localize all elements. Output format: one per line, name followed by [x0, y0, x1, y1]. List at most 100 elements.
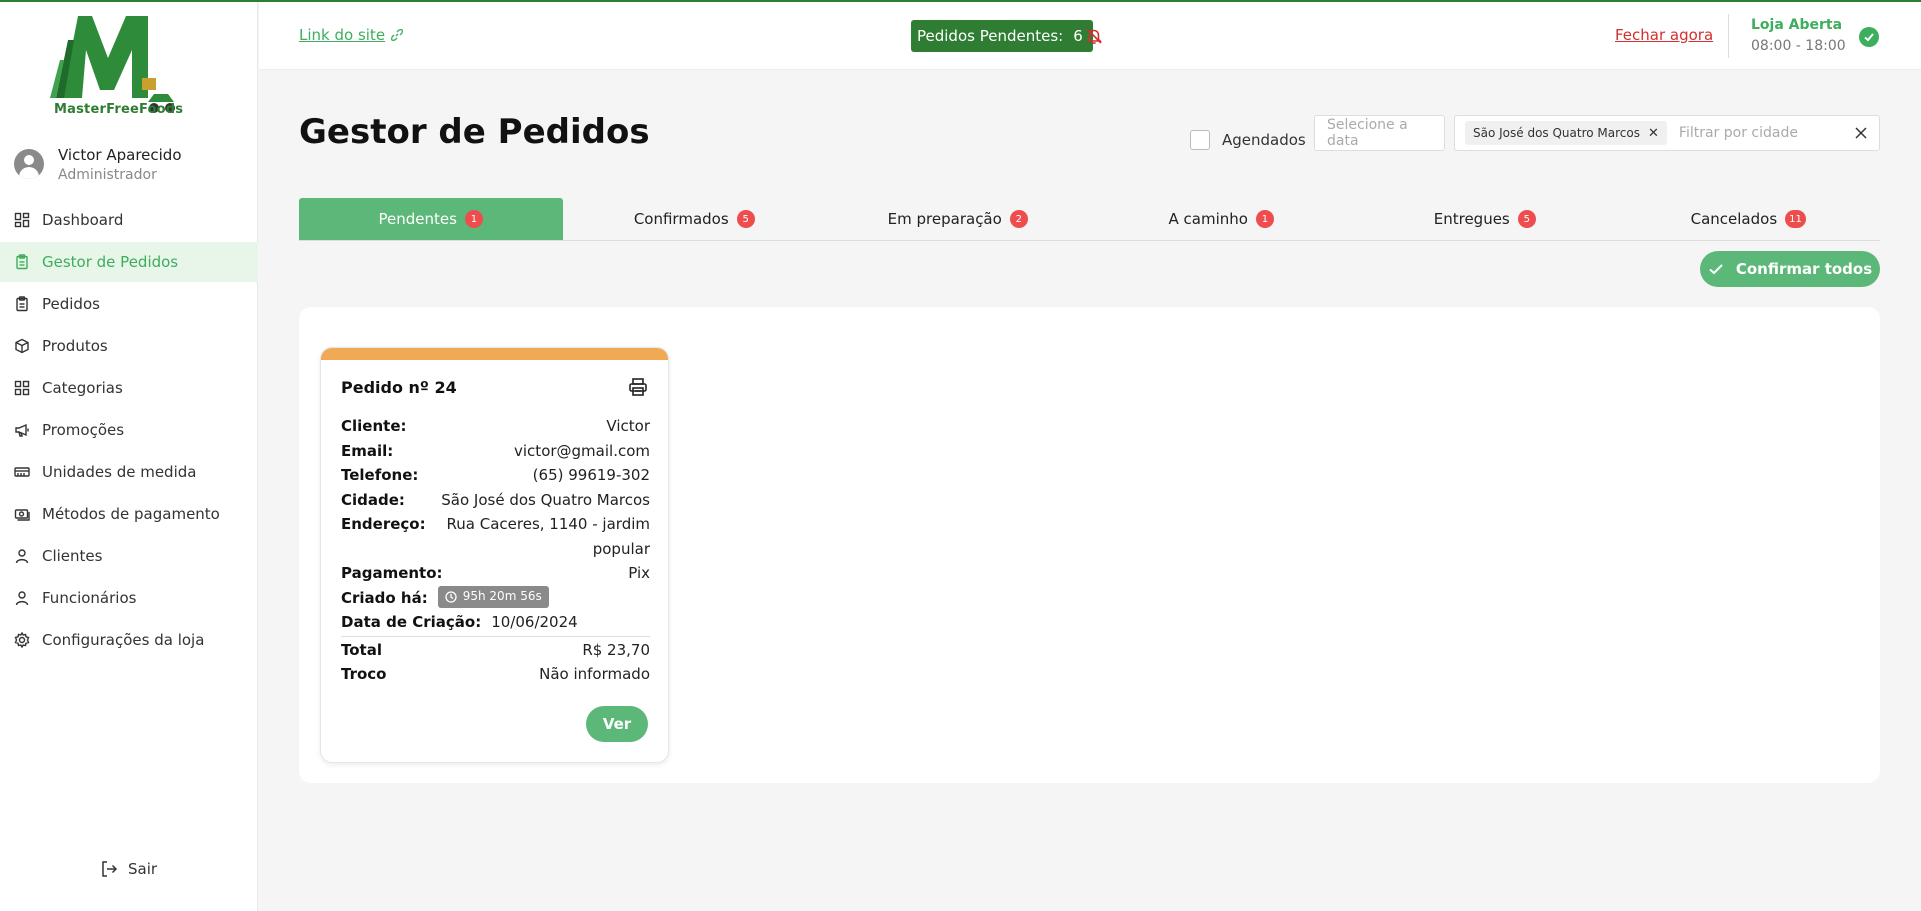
store-status: Loja Aberta 08:00 - 18:00 — [1751, 15, 1846, 57]
view-order-button[interactable]: Ver — [586, 706, 648, 742]
order-row-address: Endereço: Rua Caceres, 1140 - jardim pop… — [341, 512, 650, 561]
box-icon — [14, 338, 30, 354]
tab-label: Confirmados — [633, 210, 729, 228]
sidebar-item-dashboard[interactable]: Dashboard — [0, 200, 258, 240]
tab-preparing[interactable]: Em preparação 2 — [826, 198, 1090, 240]
divider — [341, 635, 650, 637]
status-tabs: Pendentes 1 Confirmados 5 Em preparação … — [299, 198, 1880, 241]
sidebar-item-order-manager[interactable]: Gestor de Pedidos — [0, 242, 258, 282]
bell-off-icon[interactable] — [1085, 27, 1103, 45]
sidebar-item-label: Funcionários — [42, 589, 137, 607]
order-row-city: Cidade: São José dos Quatro Marcos — [341, 488, 650, 513]
total-value: R$ 23,70 — [582, 640, 650, 659]
avatar — [14, 149, 44, 179]
sidebar-item-employees[interactable]: Funcionários — [0, 578, 258, 618]
sidebar-item-label: Clientes — [42, 547, 103, 565]
link-icon — [391, 29, 404, 41]
field-label: Total — [341, 640, 382, 659]
field-label: Data de Criação: — [341, 613, 482, 631]
brand-name: MasterFreeFoods — [54, 102, 184, 117]
close-now-link[interactable]: Fechar agora — [1615, 26, 1713, 44]
brand-logo[interactable]: MasterFreeFoods — [50, 10, 210, 120]
tab-count-badge: 1 — [464, 210, 483, 228]
order-row-created-ago: Criado há: 95h 20m 56s — [341, 585, 650, 611]
sidebar-nav: Dashboard Gestor de Pedidos Pedidos Prod… — [0, 200, 258, 662]
sidebar: MasterFreeFoods Victor Aparecido Adminis… — [0, 2, 258, 911]
sidebar-item-promotions[interactable]: Promoções — [0, 410, 258, 450]
sidebar-item-label: Configurações da loja — [42, 631, 205, 649]
site-link[interactable]: Link do site — [299, 26, 404, 44]
sidebar-item-orders[interactable]: Pedidos — [0, 284, 258, 324]
store-hours: 08:00 - 18:00 — [1751, 38, 1846, 54]
tab-label: Em preparação — [887, 210, 1002, 228]
order-row-created-date: Data de Criação: 10/06/2024 — [341, 610, 650, 635]
tab-delivered[interactable]: Entregues 5 — [1353, 198, 1617, 240]
grid-icon — [14, 380, 30, 396]
tab-count-badge: 1 — [1255, 210, 1274, 228]
sidebar-item-products[interactable]: Produtos — [0, 326, 258, 366]
tab-pending[interactable]: Pendentes 1 — [299, 198, 563, 240]
megaphone-icon — [14, 422, 30, 438]
city-filter[interactable]: São José dos Quatro Marcos ✕ Filtrar por… — [1454, 115, 1880, 151]
sidebar-item-payment-methods[interactable]: Métodos de pagamento — [0, 494, 258, 534]
tab-confirmed[interactable]: Confirmados 5 — [563, 198, 827, 240]
sidebar-item-label: Categorias — [42, 379, 123, 397]
topbar: Link do site Pedidos Pendentes: 6 Fechar… — [259, 2, 1921, 70]
user-icon — [14, 590, 30, 606]
sidebar-item-clients[interactable]: Clientes — [0, 536, 258, 576]
field-label: Criado há: — [341, 588, 428, 607]
date-input[interactable]: Selecione a data — [1314, 115, 1445, 151]
sidebar-item-label: Pedidos — [42, 295, 100, 313]
tab-count-badge: 11 — [1785, 210, 1806, 228]
confirm-all-button[interactable]: Confirmar todos — [1700, 251, 1880, 287]
field-label: Cidade: — [341, 490, 405, 509]
chip-remove-icon[interactable]: ✕ — [1648, 126, 1659, 141]
clipboard-icon — [14, 254, 30, 270]
city-value: São José dos Quatro Marcos — [441, 490, 650, 509]
user-profile[interactable]: Victor Aparecido Administrador — [14, 145, 182, 185]
field-label: Troco — [341, 665, 387, 683]
logout-button[interactable]: Sair — [100, 860, 157, 878]
order-details: Cliente: Victor Email: victor@gmail.com … — [341, 414, 650, 687]
check-icon — [1709, 264, 1723, 275]
pending-orders-count: 6 — [1073, 27, 1083, 45]
city-chip[interactable]: São José dos Quatro Marcos ✕ — [1465, 121, 1667, 145]
tab-count-badge: 5 — [1517, 210, 1536, 228]
sidebar-item-categories[interactable]: Categorias — [0, 368, 258, 408]
field-label: Email: — [341, 441, 394, 460]
user-icon — [14, 548, 30, 564]
sidebar-item-label: Unidades de medida — [42, 463, 197, 481]
order-row-phone: Telefone: (65) 99619-302 — [341, 463, 650, 488]
created-date-value: 10/06/2024 — [491, 613, 578, 631]
tab-label: Entregues — [1433, 210, 1510, 228]
pending-orders-badge[interactable]: Pedidos Pendentes: 6 — [911, 20, 1093, 52]
dashboard-icon — [14, 212, 30, 228]
date-placeholder: Selecione a data — [1327, 117, 1408, 149]
tab-count-badge: 2 — [1009, 210, 1028, 228]
sidebar-item-store-settings[interactable]: Configurações da loja — [0, 620, 258, 660]
tab-on-the-way[interactable]: A caminho 1 — [1090, 198, 1354, 240]
store-status-label: Loja Aberta — [1751, 17, 1843, 33]
order-row-change: Troco Não informado — [341, 662, 650, 687]
gear-icon — [14, 632, 30, 648]
clear-icon[interactable] — [1853, 125, 1869, 141]
user-role: Administrador — [58, 167, 157, 183]
sidebar-item-label: Produtos — [42, 337, 108, 355]
pending-orders-label: Pedidos Pendentes: — [917, 27, 1064, 45]
scheduled-checkbox[interactable]: Agendados — [1190, 130, 1306, 150]
checkbox-box[interactable] — [1190, 130, 1210, 150]
order-title: Pedido nº 24 — [341, 378, 457, 397]
field-label: Telefone: — [341, 466, 419, 484]
order-row-payment: Pagamento: Pix — [341, 561, 650, 586]
sidebar-item-units[interactable]: Unidades de medida — [0, 452, 258, 492]
sidebar-item-label: Dashboard — [42, 211, 124, 229]
email-value: victor@gmail.com — [514, 441, 650, 460]
tab-label: Cancelados — [1690, 210, 1778, 228]
site-link-label: Link do site — [299, 26, 386, 44]
sidebar-item-label: Gestor de Pedidos — [42, 253, 179, 271]
tab-cancelled[interactable]: Cancelados 11 — [1617, 198, 1881, 240]
printer-icon[interactable] — [628, 377, 648, 397]
order-row-total: Total R$ 23,70 — [341, 638, 650, 663]
city-filter-placeholder: Filtrar por cidade — [1678, 125, 1798, 141]
order-row-client: Cliente: Victor — [341, 414, 650, 439]
